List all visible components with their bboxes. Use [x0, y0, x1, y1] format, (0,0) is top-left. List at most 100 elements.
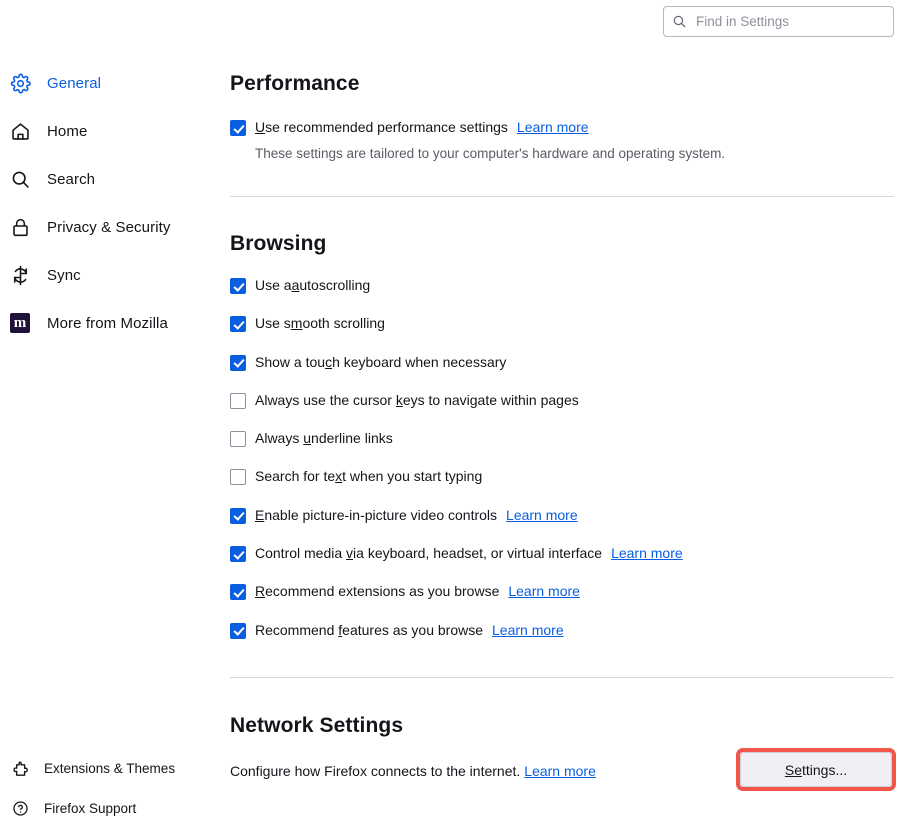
browsing-option-label[interactable]: Show a touch keyboard when necessary	[255, 354, 506, 371]
label-text-post: h keyboard when necessary	[332, 353, 507, 370]
settings-page: General Home Search Privacy & Security S…	[0, 0, 914, 831]
browsing-option-learn-more-link[interactable]: Learn more	[492, 622, 564, 638]
browsing-option-label[interactable]: Enable picture-in-picture video controls	[255, 507, 497, 524]
browsing-option-row: Show a touch keyboard when necessary	[230, 354, 683, 371]
sidebar-item-label: Home	[47, 122, 88, 140]
accesskey-char: k	[395, 391, 403, 408]
browsing-option-row: Recommend extensions as you browse Learn …	[230, 583, 683, 601]
performance-description: These settings are tailored to your comp…	[255, 146, 726, 161]
browsing-option-label[interactable]: Use aautoscrolling	[255, 277, 370, 294]
sidebar-item-search[interactable]: Search	[0, 164, 230, 194]
label-text-pre: Use a	[255, 277, 292, 293]
browsing-option-row: Always use the cursor keys to navigate w…	[230, 392, 683, 409]
sidebar-item-sync[interactable]: Sync	[0, 260, 230, 290]
performance-section-title: Performance	[230, 72, 360, 95]
browsing-option-checkbox[interactable]	[230, 469, 246, 486]
use-recommended-performance-settings-label[interactable]: Use recommended performance settings	[255, 119, 508, 136]
browsing-option-label[interactable]: Always underline links	[255, 430, 393, 447]
label-text-post: nderline links	[311, 430, 393, 447]
label-text-pre: Always use the cursor	[255, 391, 396, 408]
accesskey-char: e	[794, 761, 802, 778]
sidebar-item-label: More from Mozilla	[47, 314, 168, 332]
browsing-option-checkbox[interactable]	[230, 354, 246, 371]
network-settings-button[interactable]: Se ttings...	[740, 752, 892, 787]
accesskey-char: v	[346, 545, 354, 562]
label-text-pre: Show a tou	[255, 353, 326, 370]
network-settings-section-title: Network Settings	[230, 714, 404, 737]
browsing-option-label[interactable]: Always use the cursor keys to navigate w…	[255, 392, 579, 409]
sidebar-item-extensions-themes[interactable]: Extensions & Themes	[0, 755, 230, 781]
browsing-option-label[interactable]: Search for text when you start typing	[255, 468, 482, 485]
label-text-post: ecommend extensions as you browse	[265, 583, 500, 600]
browsing-option-checkbox[interactable]	[230, 392, 246, 409]
browsing-option-row: Search for text when you start typing	[230, 468, 683, 486]
browsing-option-label[interactable]: Recommend features as you browse	[255, 622, 483, 639]
network-learn-more-link[interactable]: Learn more	[524, 763, 596, 779]
performance-recommended-row: Use recommended performance settings Lea…	[230, 119, 589, 136]
main-content: Performance Use recommended performance …	[230, 0, 914, 831]
browsing-option-checkbox[interactable]	[230, 431, 246, 448]
label-text-post: nable picture-in-picture video controls	[264, 506, 498, 523]
browsing-option-checkbox[interactable]	[230, 622, 246, 639]
sidebar-item-firefox-support[interactable]: Firefox Support	[0, 795, 230, 821]
sidebar-item-label: General	[47, 74, 102, 92]
browsing-option-checkbox[interactable]	[230, 546, 246, 563]
sync-icon	[8, 263, 32, 287]
label-text-post: eatures as you browse	[342, 621, 484, 638]
accesskey-char: R	[255, 583, 266, 600]
browsing-option-row: Control media via keyboard, headset, or …	[230, 545, 683, 563]
sidebar-bottom-nav: Extensions & Themes Firefox Support	[0, 755, 230, 831]
label-text-pre: Always	[255, 430, 304, 447]
sidebar: General Home Search Privacy & Security S…	[0, 0, 230, 831]
sidebar-item-general[interactable]: General	[0, 68, 230, 98]
label-text-post: eys to navigate within pages	[402, 391, 579, 408]
sidebar-nav: General Home Search Privacy & Security S…	[0, 68, 230, 356]
lock-icon	[8, 215, 32, 239]
browsing-option-checkbox[interactable]	[230, 316, 246, 333]
accesskey-char: E	[255, 506, 265, 523]
question-circle-icon	[11, 799, 29, 817]
button-label-post: ttings...	[802, 761, 848, 778]
settings-button-highlight: Se ttings...	[736, 748, 896, 791]
accesskey-char: u	[303, 430, 312, 447]
label-text-pre: Control media	[255, 545, 347, 562]
browsing-option-row: Enable picture-in-picture video controls…	[230, 507, 683, 524]
label-text-post: utoscrolling	[299, 277, 371, 293]
sidebar-item-more-from-mozilla[interactable]: m More from Mozilla	[0, 308, 230, 338]
browsing-option-learn-more-link[interactable]: Learn more	[506, 507, 578, 523]
browsing-options-list: Use aautoscrolling Use smooth scrolling Sh…	[230, 277, 683, 660]
browsing-option-row: Recommend features as you browse Learn mo…	[230, 622, 683, 639]
browsing-option-row: Use smooth scrolling	[230, 315, 683, 333]
browsing-option-label[interactable]: Recommend extensions as you browse	[255, 583, 499, 600]
search-icon	[8, 167, 32, 191]
button-label-pre: S	[784, 761, 795, 778]
network-settings-description: Configure how Firefox connects to the in…	[230, 763, 521, 779]
sidebar-item-label: Sync	[47, 266, 81, 284]
browsing-option-learn-more-link[interactable]: Learn more	[611, 545, 683, 561]
browsing-section-title: Browsing	[230, 232, 327, 255]
label-text: se recommended performance settings	[265, 119, 508, 135]
label-text-post: ia keyboard, headset, or virtual interfa…	[353, 545, 603, 562]
browsing-option-row: Use aautoscrolling	[230, 277, 683, 294]
puzzle-piece-icon	[11, 759, 29, 777]
sidebar-item-label: Privacy & Security	[47, 218, 171, 236]
label-text-post: ooth scrolling	[302, 315, 385, 332]
performance-learn-more-link[interactable]: Learn more	[517, 119, 589, 135]
sidebar-item-home[interactable]: Home	[0, 116, 230, 146]
sidebar-bottom-item-label: Firefox Support	[44, 800, 137, 816]
browsing-option-learn-more-link[interactable]: Learn more	[508, 583, 580, 599]
browsing-option-row: Always underline links	[230, 430, 683, 448]
accesskey-char: c	[325, 353, 333, 370]
use-recommended-performance-settings-checkbox[interactable]	[230, 120, 246, 136]
sidebar-item-label: Search	[47, 170, 96, 188]
label-text-pre: Recommend	[255, 621, 339, 638]
sidebar-item-privacy-security[interactable]: Privacy & Security	[0, 212, 230, 242]
browsing-option-checkbox[interactable]	[230, 278, 246, 294]
browsing-option-checkbox[interactable]	[230, 507, 246, 524]
browsing-option-label[interactable]: Use smooth scrolling	[255, 315, 385, 332]
label-text-post: t when you start typing	[342, 468, 483, 485]
section-divider	[230, 196, 894, 197]
browsing-option-label[interactable]: Control media via keyboard, headset, or …	[255, 545, 602, 562]
label-text-pre: Use s	[255, 315, 291, 332]
browsing-option-checkbox[interactable]	[230, 584, 246, 601]
